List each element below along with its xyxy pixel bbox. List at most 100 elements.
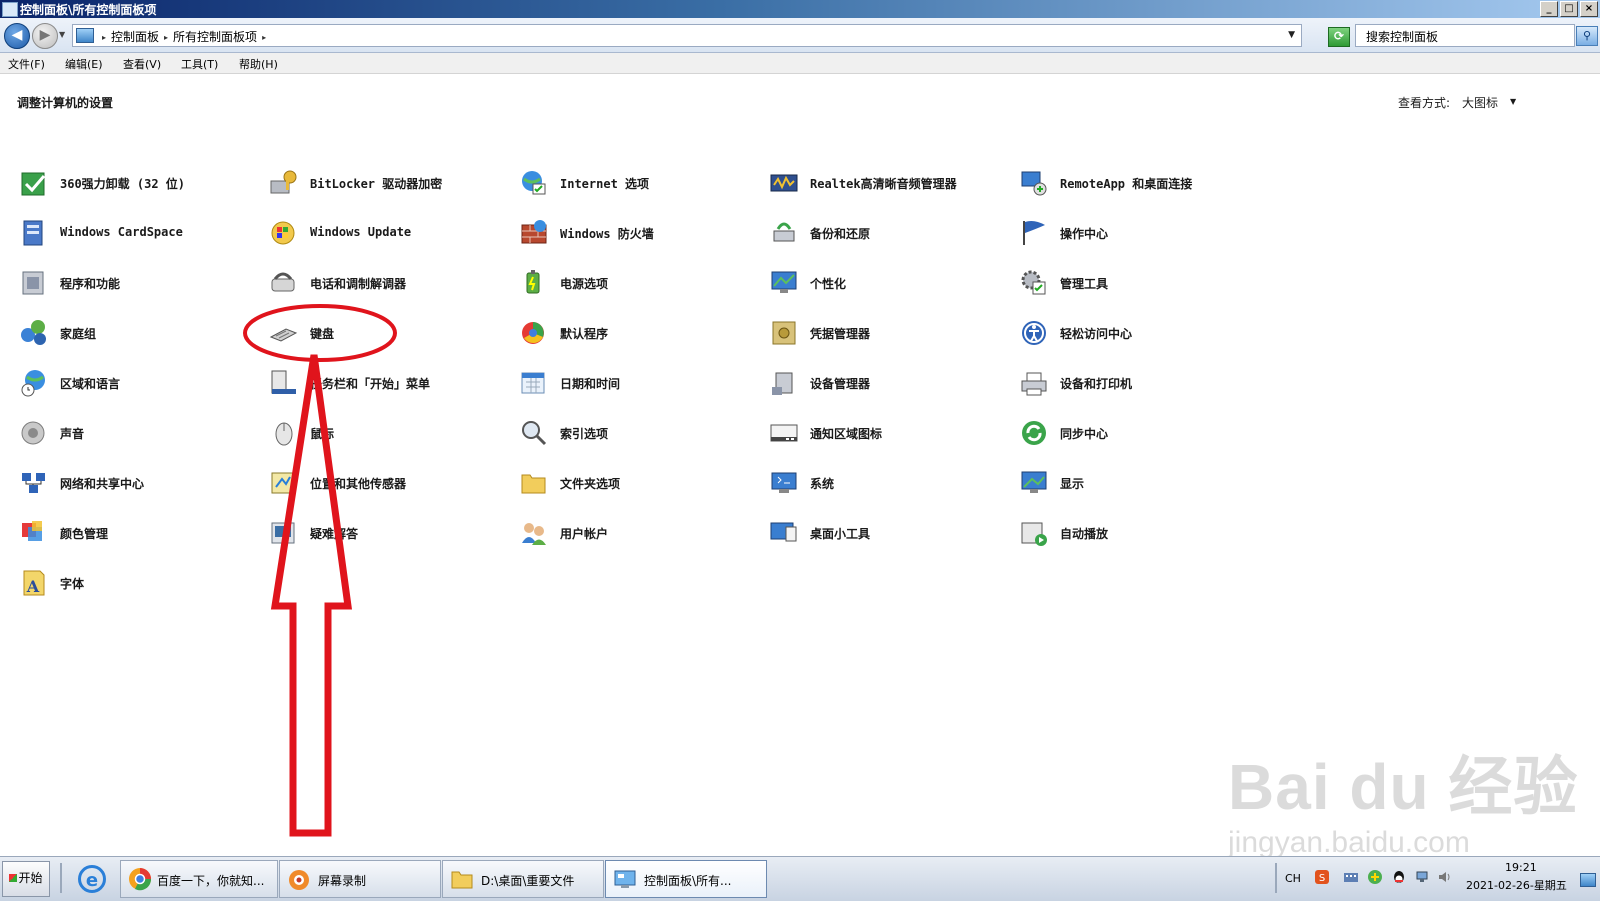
ie-icon[interactable]: e [78,865,106,893]
window-title-bar[interactable]: 控制面板\所有控制面板项 _ □ × [0,0,1600,18]
back-button[interactable]: ◀ [4,23,30,49]
control-panel-item[interactable]: 索引选项 [518,415,758,451]
control-panel-item-label[interactable]: 字体 [60,575,84,592]
control-panel-item-label[interactable]: 个性化 [810,275,846,292]
control-panel-item-label[interactable]: 用户帐户 [560,525,608,542]
task-button-control-panel[interactable]: 控制面板\所有... [605,860,767,898]
menu-file[interactable]: 文件(F) [8,56,45,72]
control-panel-item-label[interactable]: 显示 [1060,475,1084,492]
control-panel-item[interactable]: 设备和打印机 [1018,365,1258,401]
qq-tray-icon[interactable] [1391,869,1407,885]
minimize-button[interactable]: _ [1540,1,1558,17]
control-panel-item[interactable]: 个性化 [768,265,1008,301]
control-panel-item-label[interactable]: 家庭组 [60,325,96,342]
control-panel-item[interactable]: 系统 [768,465,1008,501]
control-panel-item[interactable]: 疑难解答 [268,515,508,551]
control-panel-item-label[interactable]: 电源选项 [560,275,608,292]
control-panel-item-label[interactable]: Windows 防火墙 [560,225,654,242]
control-panel-item-label[interactable]: 网络和共享中心 [60,475,144,492]
control-panel-item[interactable]: Windows 防火墙 [518,215,758,251]
control-panel-item-label[interactable]: 鼠标 [310,425,334,442]
menu-help[interactable]: 帮助(H) [239,56,278,72]
control-panel-item-label[interactable]: 文件夹选项 [560,475,620,492]
control-panel-item-label[interactable]: Windows CardSpace [60,225,183,239]
volume-icon[interactable] [1437,869,1453,885]
control-panel-item[interactable]: 同步中心 [1018,415,1258,451]
control-panel-item-label[interactable]: 设备管理器 [810,375,870,392]
control-panel-item[interactable]: 任务栏和「开始」菜单 [268,365,508,401]
control-panel-item[interactable]: 备份和还原 [768,215,1008,251]
show-desktop-button[interactable] [1580,873,1596,887]
control-panel-item[interactable]: 家庭组 [18,315,258,351]
control-panel-item[interactable]: 自动播放 [1018,515,1258,551]
close-button[interactable]: × [1580,1,1598,17]
forward-button[interactable]: ▶ [32,23,58,49]
control-panel-item[interactable]: Internet 选项 [518,165,758,201]
control-panel-item-label[interactable]: 管理工具 [1060,275,1108,292]
control-panel-item[interactable]: 键盘 [268,315,508,351]
control-panel-item-label[interactable]: 位置和其他传感器 [310,475,406,492]
control-panel-item-label[interactable]: 区域和语言 [60,375,120,392]
search-input[interactable]: 搜索控制面板 [1355,24,1575,47]
keyboard-tray-icon[interactable] [1343,869,1359,885]
search-icon[interactable]: ⚲ [1576,26,1598,46]
control-panel-item-label[interactable]: Windows Update [310,225,411,239]
control-panel-item[interactable]: 区域和语言 [18,365,258,401]
control-panel-item[interactable]: 鼠标 [268,415,508,451]
breadcrumb-chevron-icon[interactable]: ▸ [164,33,168,42]
input-language-indicator[interactable]: CH [1285,872,1301,885]
control-panel-item-label[interactable]: 默认程序 [560,325,608,342]
control-panel-item-label[interactable]: 轻松访问中心 [1060,325,1132,342]
control-panel-item[interactable]: 程序和功能 [18,265,258,301]
task-button-folder[interactable]: D:\桌面\重要文件 [442,860,604,898]
maximize-button[interactable]: □ [1560,1,1578,17]
control-panel-item-label[interactable]: 颜色管理 [60,525,108,542]
control-panel-item-label[interactable]: 桌面小工具 [810,525,870,542]
control-panel-item[interactable]: 通知区域图标 [768,415,1008,451]
control-panel-item[interactable]: RemoteApp 和桌面连接 [1018,165,1258,201]
breadcrumb-item[interactable]: 所有控制面板项 [173,30,257,44]
control-panel-item[interactable]: 电源选项 [518,265,758,301]
control-panel-item-label[interactable]: 设备和打印机 [1060,375,1132,392]
control-panel-item-label[interactable]: 声音 [60,425,84,442]
menu-tools[interactable]: 工具(T) [181,56,218,72]
control-panel-item-label[interactable]: BitLocker 驱动器加密 [310,175,442,192]
task-button-recorder[interactable]: 屏幕录制 [279,860,441,898]
control-panel-item-label[interactable]: Realtek高清晰音频管理器 [810,175,957,192]
control-panel-item-label[interactable]: 操作中心 [1060,225,1108,242]
control-panel-item[interactable]: 管理工具 [1018,265,1258,301]
control-panel-item[interactable]: 位置和其他传感器 [268,465,508,501]
control-panel-item-label[interactable]: 备份和还原 [810,225,870,242]
control-panel-item[interactable]: Realtek高清晰音频管理器 [768,165,1008,201]
control-panel-item-label[interactable]: 索引选项 [560,425,608,442]
control-panel-item[interactable]: 用户帐户 [518,515,758,551]
breadcrumb-chevron-icon[interactable]: ▸ [102,33,106,42]
control-panel-item[interactable]: BitLocker 驱动器加密 [268,165,508,201]
control-panel-item-label[interactable]: 日期和时间 [560,375,620,392]
task-button-browser[interactable]: 百度一下，你就知... [120,860,278,898]
recent-pages-dropdown[interactable]: ▼ [59,30,65,39]
control-panel-item-label[interactable]: RemoteApp 和桌面连接 [1060,175,1192,192]
address-dropdown-icon[interactable]: ▼ [1288,30,1295,40]
breadcrumb-chevron-icon[interactable]: ▸ [262,33,266,42]
security-tray-icon[interactable] [1367,869,1383,885]
control-panel-item[interactable]: 轻松访问中心 [1018,315,1258,351]
control-panel-item-label[interactable]: 程序和功能 [60,275,120,292]
sogou-input-icon[interactable]: S [1314,869,1330,885]
control-panel-item[interactable]: 360强力卸载 (32 位) [18,165,258,201]
control-panel-item-label[interactable]: 同步中心 [1060,425,1108,442]
network-tray-icon[interactable] [1415,869,1431,885]
control-panel-item-label[interactable]: 360强力卸载 (32 位) [60,175,185,192]
control-panel-item[interactable]: 日期和时间 [518,365,758,401]
control-panel-item-label[interactable]: 系统 [810,475,834,492]
control-panel-item[interactable]: Windows CardSpace [18,215,258,251]
breadcrumb[interactable]: ▸ 控制面板 ▸ 所有控制面板项 ▸ ▼ [72,24,1302,47]
control-panel-item[interactable]: 网络和共享中心 [18,465,258,501]
control-panel-item-label[interactable]: 任务栏和「开始」菜单 [310,375,430,392]
menu-view[interactable]: 查看(V) [123,56,161,72]
control-panel-item-label[interactable]: 键盘 [310,325,334,342]
control-panel-item-label[interactable]: 电话和调制解调器 [310,275,406,292]
control-panel-item[interactable]: 凭据管理器 [768,315,1008,351]
control-panel-item[interactable]: 颜色管理 [18,515,258,551]
control-panel-item[interactable]: 设备管理器 [768,365,1008,401]
